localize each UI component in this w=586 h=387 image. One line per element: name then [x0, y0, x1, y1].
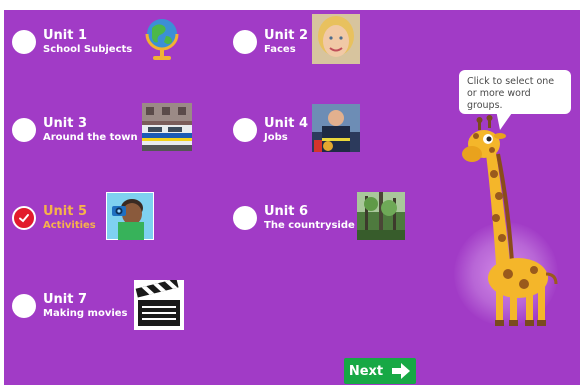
unit-2-option[interactable]: Unit 2 Faces — [233, 28, 308, 56]
unit-4-subtitle: Jobs — [264, 132, 288, 143]
unit-4-option[interactable]: Unit 4 Jobs — [233, 116, 308, 144]
unit-6-option[interactable]: Unit 6 The countryside — [233, 204, 355, 232]
unit-7-subtitle: Making movies — [43, 308, 128, 319]
unit-selection-panel: Unit 1 School Subjects Unit 2 Faces Unit… — [4, 10, 580, 385]
unit-7-title: Unit 7 — [43, 292, 88, 307]
unit-4-radio[interactable] — [233, 118, 257, 142]
unit-6-title: Unit 6 — [264, 204, 309, 219]
unit-1-title: Unit 1 — [43, 28, 88, 43]
unit-7-radio[interactable] — [12, 294, 36, 318]
giraffe-mascot — [462, 115, 558, 326]
unit-7-option[interactable]: Unit 7 Making movies — [12, 292, 128, 320]
unit-3-subtitle: Around the town — [43, 132, 138, 143]
girl-face-photo — [312, 14, 360, 64]
unit-5-title: Unit 5 — [43, 204, 88, 219]
firefighter-photo — [312, 104, 360, 152]
police-car-photo — [142, 103, 192, 151]
next-button[interactable]: Next — [344, 358, 416, 384]
unit-2-subtitle: Faces — [264, 44, 296, 55]
unit-3-option[interactable]: Unit 3 Around the town — [12, 116, 138, 144]
unit-6-subtitle: The countryside — [264, 220, 355, 231]
unit-1-subtitle: School Subjects — [43, 44, 133, 55]
unit-3-radio[interactable] — [12, 118, 36, 142]
boy-camera-icon — [106, 192, 154, 240]
next-button-label: Next — [348, 363, 384, 379]
unit-2-title: Unit 2 — [264, 28, 309, 43]
forest-photo — [357, 192, 405, 240]
check-icon — [19, 214, 29, 223]
unit-5-option[interactable]: Unit 5 Activities — [12, 204, 96, 232]
unit-2-radio[interactable] — [233, 30, 257, 54]
unit-4-title: Unit 4 — [264, 116, 309, 131]
clapperboard-icon — [134, 280, 184, 330]
unit-3-title: Unit 3 — [43, 116, 88, 131]
speech-bubble: Click to select one or more word groups. — [459, 70, 571, 114]
unit-1-option[interactable]: Unit 1 School Subjects — [12, 28, 132, 56]
unit-5-subtitle: Activities — [43, 220, 96, 231]
globe-icon — [144, 16, 180, 62]
unit-1-radio[interactable] — [12, 30, 36, 54]
unit-5-radio-checked[interactable] — [12, 206, 36, 230]
arrow-right-icon — [392, 363, 411, 379]
unit-6-radio[interactable] — [233, 206, 257, 230]
